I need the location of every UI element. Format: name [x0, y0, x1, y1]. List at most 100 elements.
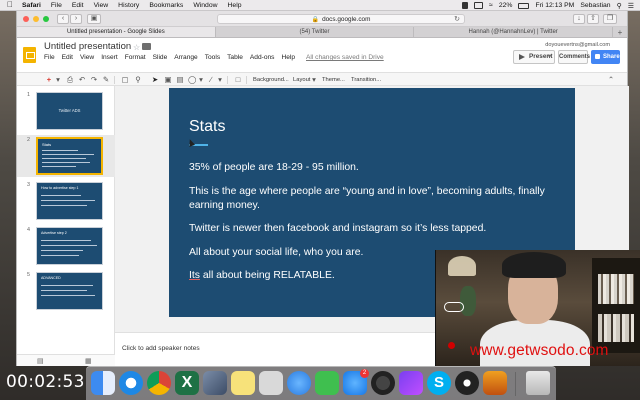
layout-dropdown-icon[interactable]: ▾	[310, 76, 318, 84]
menu-help[interactable]: Help	[228, 2, 242, 9]
skype-icon[interactable]: S	[427, 371, 451, 395]
finder-icon[interactable]	[91, 371, 115, 395]
comments-button[interactable]: Comments	[558, 50, 590, 64]
launchpad-icon[interactable]	[203, 371, 227, 395]
account-email[interactable]: doyouevertns@gmail.com	[545, 42, 610, 48]
list-view-icon[interactable]: ▤	[37, 357, 44, 365]
quicktime-icon[interactable]	[371, 371, 395, 395]
back-button[interactable]: ‹	[57, 14, 69, 24]
download-icon[interactable]: ↓	[573, 14, 585, 24]
slide-thumbnail[interactable]: 5 ADVANCED	[17, 270, 115, 312]
save-status[interactable]: All changes saved in Drive	[306, 54, 384, 61]
minimize-window-button[interactable]	[33, 16, 39, 22]
menu-edit[interactable]: Edit	[72, 2, 84, 9]
menu-tools[interactable]: Tools	[205, 54, 220, 61]
new-tab-button[interactable]: +	[613, 27, 627, 37]
user-name[interactable]: Sebastian	[580, 2, 610, 9]
menu-slide[interactable]: Slide	[153, 54, 168, 61]
slide-thumbnail[interactable]: 1 Twitter ADS	[17, 90, 115, 132]
share-button[interactable]: Share	[591, 50, 620, 64]
display-icon[interactable]	[473, 2, 483, 9]
notes-icon[interactable]	[231, 371, 255, 395]
imovie-icon[interactable]	[399, 371, 423, 395]
menu-help[interactable]: Help	[281, 54, 295, 61]
address-bar[interactable]: 🔒 docs.google.com ↻	[217, 14, 465, 24]
comment-icon[interactable]: □	[234, 76, 242, 84]
line-icon[interactable]: ∕	[207, 76, 215, 84]
shape-icon[interactable]: ◯	[188, 76, 196, 84]
wifi-icon[interactable]: ≈	[489, 2, 493, 9]
shape-dropdown-icon[interactable]: ▾	[197, 76, 205, 84]
undo-icon[interactable]: ↶	[78, 76, 86, 84]
close-window-button[interactable]	[23, 16, 29, 22]
menu-history[interactable]: History	[118, 2, 139, 9]
audio-app-icon[interactable]	[483, 371, 507, 395]
menu-add-ons[interactable]: Add-ons	[250, 54, 275, 61]
status-app-icon[interactable]	[461, 2, 468, 9]
menu-arrange[interactable]: Arrange	[174, 54, 197, 61]
obs-icon[interactable]	[455, 371, 479, 395]
line-dropdown-icon[interactable]: ▾	[216, 76, 224, 84]
search-icon[interactable]: ⚲	[617, 2, 622, 10]
share-sheet-icon[interactable]: ⇧	[587, 14, 599, 24]
print-icon[interactable]: ⎙	[66, 76, 74, 84]
grid-view-icon[interactable]: ▦	[85, 357, 92, 365]
apple-icon[interactable]: 	[7, 1, 15, 9]
tab-twitter-profile[interactable]: Hannah (@HannahnLev) | Twitter	[414, 27, 614, 37]
trash-icon[interactable]	[526, 371, 550, 395]
battery-icon[interactable]	[518, 2, 530, 9]
slides-logo-icon[interactable]	[23, 47, 36, 63]
spellcheck-word[interactable]: Its	[189, 270, 200, 281]
menu-file[interactable]: File	[51, 2, 62, 9]
menu-bookmarks[interactable]: Bookmarks	[149, 2, 183, 9]
safari-icon[interactable]	[119, 371, 143, 395]
share-label: Share	[603, 54, 620, 60]
paint-format-icon[interactable]: ✎	[102, 76, 110, 84]
menu-window[interactable]: Window	[193, 2, 217, 9]
excel-icon[interactable]: X	[175, 371, 199, 395]
select-cursor-icon[interactable]: ➤	[151, 76, 159, 84]
menu-view[interactable]: View	[80, 54, 94, 61]
chrome-icon[interactable]	[147, 371, 171, 395]
messages-icon[interactable]	[287, 371, 311, 395]
notification-center-icon[interactable]: ☰	[628, 2, 634, 10]
star-icon[interactable]: ☆	[133, 43, 140, 52]
facetime-icon[interactable]	[315, 371, 339, 395]
slide-thumbnail[interactable]: 4 Advertise step 2	[17, 225, 115, 267]
zoom-fit-icon[interactable]: ▢	[121, 76, 129, 84]
sidebar-icon[interactable]: ▣	[87, 14, 101, 24]
zoom-window-button[interactable]	[43, 16, 49, 22]
collapse-toolbar-icon[interactable]: ⌃	[607, 76, 615, 84]
menu-file[interactable]: File	[44, 54, 55, 61]
document-title[interactable]: Untitled presentation	[44, 41, 131, 52]
zoom-icon[interactable]: ⚲	[134, 76, 142, 84]
text-box-icon[interactable]: ▣	[164, 76, 172, 84]
menu-edit[interactable]: Edit	[62, 54, 73, 61]
clock[interactable]: Fri 12:13 PM	[535, 2, 574, 9]
menu-insert[interactable]: Insert	[101, 54, 118, 61]
redo-icon[interactable]: ↷	[90, 76, 98, 84]
slide-thumbnail[interactable]: 3 How to advertise step 1	[17, 180, 115, 222]
menu-table[interactable]: Table	[227, 54, 243, 61]
menu-view[interactable]: View	[94, 2, 109, 9]
folder-icon[interactable]	[142, 43, 151, 50]
transition-button[interactable]: Transition...	[351, 76, 381, 84]
image-icon[interactable]: ▤	[176, 76, 184, 84]
forward-button[interactable]: ›	[70, 14, 82, 24]
present-button[interactable]: Present ▾	[513, 50, 555, 64]
tab-twitter[interactable]: (54) Twitter	[216, 27, 415, 37]
preview-icon[interactable]	[259, 371, 283, 395]
slide-title[interactable]: Stats	[189, 118, 225, 136]
layout-button[interactable]: Layout	[293, 76, 310, 84]
menu-app-safari[interactable]: Safari	[22, 2, 41, 9]
background-button[interactable]: Background...	[253, 76, 289, 84]
menu-format[interactable]: Format	[125, 54, 146, 61]
new-slide-icon[interactable]: +	[45, 76, 53, 84]
new-slide-dropdown-icon[interactable]: ▾	[54, 76, 62, 84]
theme-button[interactable]: Theme...	[322, 76, 345, 84]
reload-icon[interactable]: ↻	[454, 15, 460, 24]
slide-thumbnail-selected[interactable]: 2 Stats	[17, 135, 115, 177]
tab-google-slides[interactable]: Untitled presentation - Google Slides	[17, 27, 216, 37]
chevron-down-icon[interactable]: ▾	[548, 51, 551, 63]
tab-overview-icon[interactable]: ❐	[603, 14, 617, 24]
